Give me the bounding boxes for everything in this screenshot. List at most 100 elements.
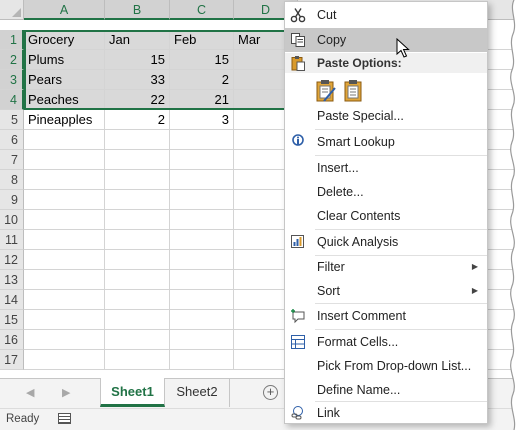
empty-cell[interactable]: [105, 130, 170, 150]
row-header-4[interactable]: 4: [0, 90, 24, 110]
cell-c3[interactable]: 2: [170, 70, 234, 90]
menu-item-insert-comment[interactable]: Insert Comment: [285, 304, 487, 328]
empty-cell[interactable]: [24, 270, 105, 290]
cell-b5[interactable]: 2: [105, 110, 170, 130]
cell-b3[interactable]: 33: [105, 70, 170, 90]
empty-cell[interactable]: [105, 250, 170, 270]
cell-c4[interactable]: 21: [170, 90, 234, 110]
empty-cell[interactable]: [105, 230, 170, 250]
menu-item-pick-dropdown[interactable]: Pick From Drop-down List...: [285, 354, 487, 378]
menu-label-format-cells: Format Cells...: [317, 335, 399, 349]
column-header-b[interactable]: B: [105, 0, 170, 20]
row-header-17[interactable]: 17: [0, 350, 24, 370]
row-header-16[interactable]: 16: [0, 330, 24, 350]
row-header-10[interactable]: 10: [0, 210, 24, 230]
cell-a4[interactable]: Peaches: [24, 90, 105, 110]
empty-cell[interactable]: [170, 330, 234, 350]
empty-cell[interactable]: [24, 250, 105, 270]
menu-item-copy[interactable]: Copy: [285, 28, 487, 52]
empty-cell[interactable]: [170, 130, 234, 150]
scroll-tabs-right-icon[interactable]: ▶: [62, 386, 70, 399]
empty-cell[interactable]: [24, 210, 105, 230]
cell-c2[interactable]: 15: [170, 50, 234, 70]
column-header-a[interactable]: A: [24, 0, 105, 20]
row-header-6[interactable]: 6: [0, 130, 24, 150]
empty-cell[interactable]: [170, 350, 234, 370]
empty-cell[interactable]: [105, 210, 170, 230]
empty-cell[interactable]: [105, 190, 170, 210]
paste-formatting-icon[interactable]: [315, 79, 337, 103]
empty-cell[interactable]: [170, 310, 234, 330]
cell-a5[interactable]: Pineapples: [24, 110, 105, 130]
empty-cell[interactable]: [24, 190, 105, 210]
empty-cell[interactable]: [24, 230, 105, 250]
empty-cell[interactable]: [170, 190, 234, 210]
empty-cell[interactable]: [24, 150, 105, 170]
empty-cell[interactable]: [105, 290, 170, 310]
menu-label-insert: Insert...: [317, 161, 359, 175]
column-header-c[interactable]: C: [170, 0, 234, 20]
cell-b4[interactable]: 22: [105, 90, 170, 110]
row-header-3[interactable]: 3: [0, 70, 24, 90]
scroll-tabs-left-icon[interactable]: ◀: [26, 386, 34, 399]
empty-cell[interactable]: [24, 170, 105, 190]
row-header-12[interactable]: 12: [0, 250, 24, 270]
empty-cell[interactable]: [105, 310, 170, 330]
empty-cell[interactable]: [170, 150, 234, 170]
empty-cell[interactable]: [105, 170, 170, 190]
add-sheet-icon[interactable]: +: [263, 385, 278, 400]
menu-label-smart-lookup: Smart Lookup: [317, 135, 395, 149]
empty-cell[interactable]: [170, 270, 234, 290]
menu-item-filter[interactable]: Filter ▶: [285, 255, 487, 279]
empty-cell[interactable]: [24, 330, 105, 350]
row-header-13[interactable]: 13: [0, 270, 24, 290]
menu-item-smart-lookup[interactable]: Smart Lookup: [285, 130, 487, 154]
menu-item-cut[interactable]: Cut: [285, 3, 487, 27]
empty-cell[interactable]: [170, 170, 234, 190]
menu-item-link[interactable]: Link: [285, 401, 487, 425]
empty-cell[interactable]: [170, 210, 234, 230]
row-header-7[interactable]: 7: [0, 150, 24, 170]
row-header-1[interactable]: 1: [0, 30, 24, 50]
empty-cell[interactable]: [24, 130, 105, 150]
macro-record-icon[interactable]: [58, 413, 71, 424]
menu-item-insert[interactable]: Insert...: [285, 156, 487, 180]
status-ready-text: Ready: [6, 413, 40, 425]
row-header-5[interactable]: 5: [0, 110, 24, 130]
empty-cell[interactable]: [105, 150, 170, 170]
submenu-arrow-icon: ▶: [471, 262, 478, 271]
empty-cell[interactable]: [170, 250, 234, 270]
empty-cell[interactable]: [105, 270, 170, 290]
tab-sheet1[interactable]: Sheet1: [100, 378, 165, 407]
menu-item-clear-contents[interactable]: Clear Contents: [285, 204, 487, 228]
cell-a1[interactable]: Grocery: [24, 30, 105, 50]
empty-cell[interactable]: [105, 350, 170, 370]
empty-cell[interactable]: [170, 290, 234, 310]
row-header-15[interactable]: 15: [0, 310, 24, 330]
row-header-11[interactable]: 11: [0, 230, 24, 250]
select-all-button[interactable]: [0, 0, 24, 20]
cell-b2[interactable]: 15: [105, 50, 170, 70]
row-header-9[interactable]: 9: [0, 190, 24, 210]
menu-item-format-cells[interactable]: Format Cells...: [285, 330, 487, 354]
menu-item-paste-special[interactable]: Paste Special...: [285, 104, 487, 128]
empty-cell[interactable]: [24, 310, 105, 330]
empty-cell[interactable]: [170, 230, 234, 250]
row-header-2[interactable]: 2: [0, 50, 24, 70]
menu-item-delete[interactable]: Delete...: [285, 180, 487, 204]
cell-a2[interactable]: Plums: [24, 50, 105, 70]
cell-b1[interactable]: Jan: [105, 30, 170, 50]
menu-item-sort[interactable]: Sort ▶: [285, 279, 487, 303]
cell-c1[interactable]: Feb: [170, 30, 234, 50]
paste-icon[interactable]: [343, 79, 365, 103]
menu-item-quick-analysis[interactable]: Quick Analysis: [285, 230, 487, 254]
menu-item-define-name[interactable]: Define Name...: [285, 378, 487, 402]
empty-cell[interactable]: [24, 350, 105, 370]
row-header-14[interactable]: 14: [0, 290, 24, 310]
cell-a3[interactable]: Pears: [24, 70, 105, 90]
empty-cell[interactable]: [24, 290, 105, 310]
tab-sheet2[interactable]: Sheet2: [165, 378, 230, 407]
row-header-8[interactable]: 8: [0, 170, 24, 190]
empty-cell[interactable]: [105, 330, 170, 350]
cell-c5[interactable]: 3: [170, 110, 234, 130]
